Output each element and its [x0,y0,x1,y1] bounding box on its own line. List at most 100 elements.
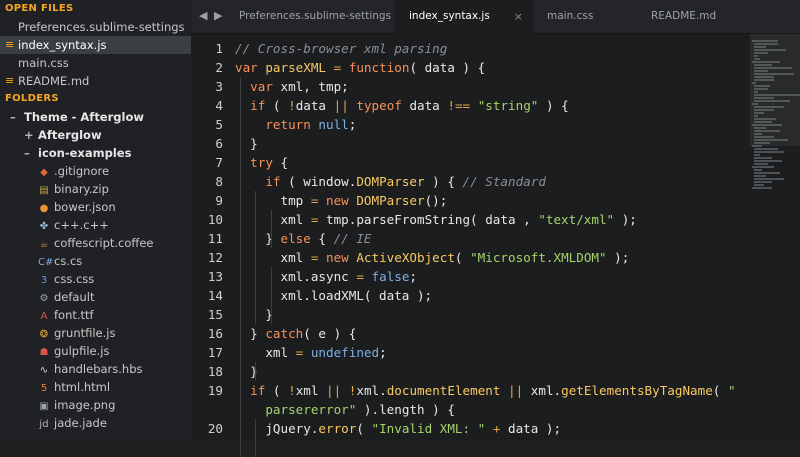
open-file-label: Preferences.sublime-settings [18,20,185,34]
code-token: "Microsoft.XMLDOM" [470,250,607,265]
minimap-line [754,58,760,60]
code-line[interactable]: } catch( e ) { [235,324,356,343]
code-token: xml. [530,383,562,398]
code-token: if [250,98,273,113]
file-item[interactable]: ▤ binary.zip [0,180,191,198]
tab-readme-md[interactable]: README.md [637,0,761,33]
file-item[interactable]: Afont.ttf [0,306,191,324]
open-file-label: index_syntax.js [18,38,107,52]
tab-label: Preferences.sublime-settings [239,10,392,22]
line-number: 9 [215,193,223,208]
code-line[interactable]: // Cross-browser xml parsing [235,39,447,58]
code-token: ( window. [288,174,357,189]
minimap-line [754,175,766,177]
code-token: ( [356,421,372,436]
line-number: 7 [215,155,223,170]
minimap-line [752,40,778,42]
code-line[interactable]: xml.loadXML( data ); [235,286,432,305]
open-file-label: main.css [18,56,69,70]
code-line[interactable]: var parseXML = function( data ) { [235,58,485,77]
minimap-line [754,139,788,141]
code-token: catch [265,326,304,341]
minimap-line [752,145,762,147]
code-line[interactable]: if ( window.DOMParser ) { // Standard [235,172,546,191]
code-line[interactable]: xml = new ActiveXObject( "Microsoft.XMLD… [235,248,629,267]
line-number [191,400,223,419]
file-item[interactable]: C#cs.cs [0,252,191,270]
code-line[interactable]: if ( !data || typeof data !== "string" )… [235,96,569,115]
minimap-line [754,136,774,138]
open-file-item[interactable]: ≡ index_syntax.js [0,36,191,54]
code-line[interactable]: xml = undefined; [235,343,386,362]
folder-item[interactable]: – Theme - Afterglow [0,108,191,126]
line-number: 11 [207,231,223,246]
code-line[interactable]: xml.async = false; [235,267,417,286]
file-item[interactable]: ∿ handlebars.hbs [0,360,191,378]
code-line[interactable]: tmp = new DOMParser(); [235,191,447,210]
code-line[interactable]: var xml, tmp; [235,77,349,96]
line-number: 15 [207,307,223,322]
file-item[interactable]: jd jade.jade [0,414,191,432]
tree-item-label: gulpfile.js [54,344,110,358]
collapse-icon[interactable]: – [10,108,20,126]
file-item[interactable]: ◆ .gitignore [0,162,191,180]
code-line[interactable]: } [235,134,258,153]
file-item[interactable]: ▣ image.png [0,396,191,414]
modified-indicator-icon: ≡ [5,38,15,51]
close-tab-icon[interactable]: × [514,0,523,33]
line-number: 16 [207,326,223,341]
minimap[interactable] [750,34,800,194]
nav-back-icon[interactable]: ◀ [199,9,207,22]
code-line[interactable]: try { [235,153,288,172]
minimap-line [754,142,770,144]
code-token: DOMParser [356,174,425,189]
code-token: (); [424,193,448,208]
minimap-line [754,97,774,99]
code-line[interactable]: xml = tmp.parseFromString( data , "text/… [235,210,636,229]
minimap-line [754,67,792,69]
file-item[interactable]: ● bower.json [0,198,191,216]
code-line[interactable]: if ( !xml || !xml.documentElement || xml… [235,381,735,400]
code-token: xml. [356,383,387,398]
file-item[interactable]: ☗ gulpfile.js [0,342,191,360]
code-line[interactable]: jQuery.error( "Invalid XML: " + data ); [235,419,561,438]
code-token: new [326,193,357,208]
tab-label: index_syntax.js [409,10,490,22]
file-item[interactable]: ⚙ default [0,288,191,306]
code-token: ; [348,117,357,132]
open-file-item[interactable]: Preferences.sublime-settings [0,18,191,36]
minimap-line [754,64,772,66]
file-item[interactable]: ✤ c++.c++ [0,216,191,234]
tab-index-syntax-js[interactable]: index_syntax.js × [395,0,533,33]
jade-icon: jd [39,419,49,430]
nav-forward-icon[interactable]: ▶ [214,9,222,22]
tab-main-css[interactable]: main.css [533,0,637,33]
code-token: jQuery. [235,421,319,436]
tree-item-label: coffescript.coffee [54,236,154,250]
file-item[interactable]: 3 css.css [0,270,191,288]
indent-guide [240,77,242,457]
tab-bar: ◀ ▶ Preferences.sublime-settings index_sy… [191,0,800,34]
code-line[interactable]: parsererror" ).length ) { [235,400,455,419]
code-token: = [310,193,326,208]
code-line[interactable]: } [235,362,258,381]
code-editor[interactable]: 1 2 3 4 5 6 7 8 9 10 11 12 13 14 15 16 17 18 19 20 // Cross… [191,34,800,457]
open-file-item[interactable]: ≡ README.md [0,72,191,90]
line-number: 17 [207,345,223,360]
tree-item-label: font.ttf [54,308,94,322]
tree-item-label: Theme - Afterglow [24,110,144,124]
file-item[interactable]: ❂ gruntfile.js [0,324,191,342]
file-item[interactable]: 5 html.html [0,378,191,396]
tab-preferences-sublime-settings[interactable]: Preferences.sublime-settings [227,0,395,33]
folder-item[interactable]: – icon-examples [0,144,191,162]
code-line[interactable]: return null; [235,115,356,134]
file-item[interactable]: ☕ coffescript.coffee [0,234,191,252]
folder-item[interactable]: + Afterglow [0,126,191,144]
collapse-icon[interactable]: – [24,144,34,162]
tab-label: main.css [547,10,594,22]
code-token: ) { [424,174,463,189]
expand-icon[interactable]: + [24,126,34,144]
minimap-line [754,79,774,81]
open-file-item[interactable]: main.css [0,54,191,72]
